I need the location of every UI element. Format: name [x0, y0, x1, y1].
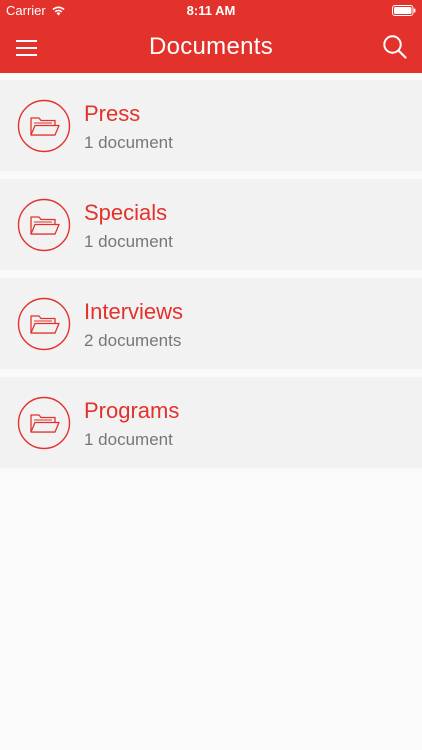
search-button[interactable] — [382, 34, 408, 60]
folder-icon — [17, 198, 71, 252]
list-item-press[interactable]: Press 1 document — [0, 80, 422, 171]
folder-name: Press — [84, 101, 141, 126]
list-item-specials[interactable]: Specials 1 document — [0, 179, 422, 270]
navigation-bar: Documents — [0, 22, 422, 73]
search-icon — [383, 35, 407, 59]
folder-icon — [17, 396, 71, 450]
folder-name: Specials — [84, 200, 168, 225]
page-title: Documents — [148, 33, 274, 60]
folder-icon — [17, 297, 71, 351]
document-count: 1 document — [84, 232, 173, 251]
document-count: 2 documents — [84, 331, 182, 350]
document-count: 1 document — [84, 430, 173, 449]
status-bar: Carrier 8:11 AM — [0, 0, 422, 22]
battery-icon — [392, 5, 416, 16]
folder-name: Interviews — [84, 299, 184, 324]
folder-name: Programs — [84, 398, 180, 423]
list-item-programs[interactable]: Programs 1 document — [0, 377, 422, 468]
document-count: 1 document — [84, 133, 173, 152]
list-item-interviews[interactable]: Interviews 2 documents — [0, 278, 422, 369]
status-time: 8:11 AM — [186, 3, 236, 18]
folder-icon — [17, 99, 71, 153]
app-header: Carrier 8:11 AM Documents — [0, 0, 422, 73]
